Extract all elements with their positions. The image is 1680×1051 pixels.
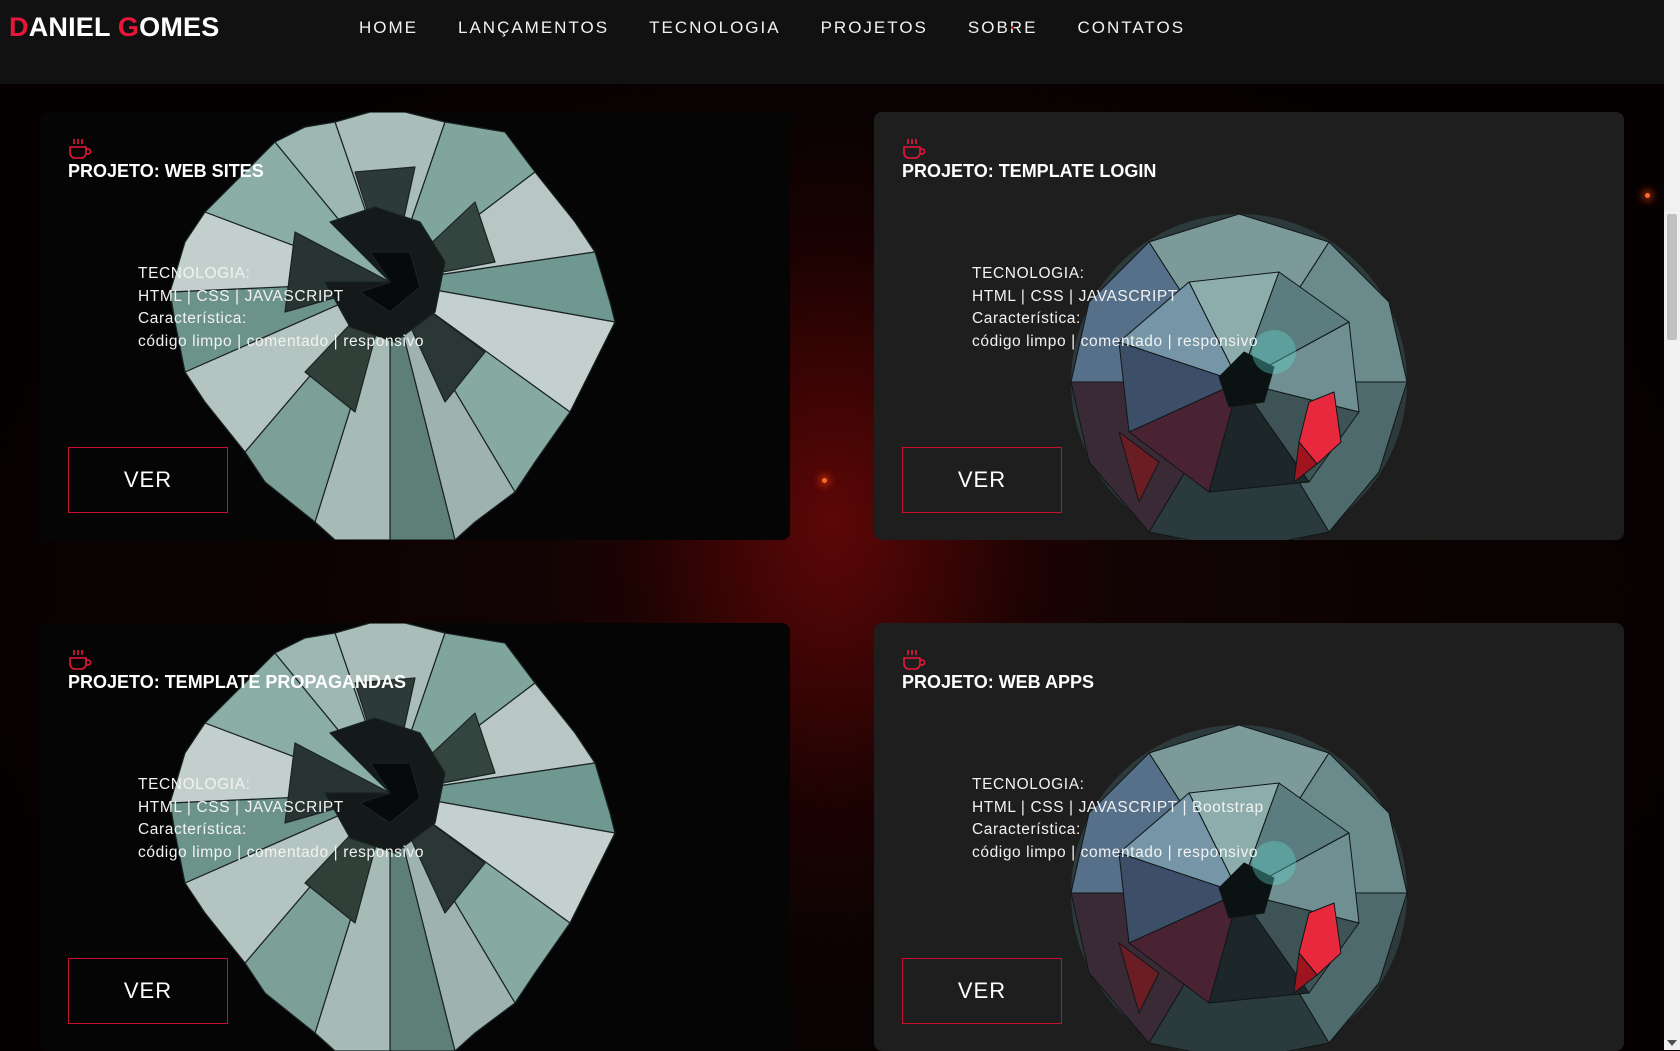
nav-item-home[interactable]: HOME (359, 18, 418, 38)
project-card-web-sites: PROJETO: WEB SITES TECNOLOGIA: HTML | CS… (40, 112, 790, 540)
brand-last-initial: G (117, 12, 140, 42)
feature-list: código limpo | comentado | responsivo (972, 843, 1259, 861)
card-title: PROJETO: WEB APPS (902, 672, 1095, 692)
project-card-template-login: PROJETO: TEMPLATE LOGIN TECNOLOGIA: HTML… (874, 112, 1624, 540)
card-title: PROJETO: WEB SITES (68, 161, 264, 181)
low-poly-sphere-image (1049, 202, 1429, 540)
glow-dot (1645, 193, 1650, 198)
nav-dot-decoration (1011, 26, 1014, 29)
nav-item-sobre[interactable]: SOBRE (968, 18, 1038, 38)
coffee-cup-icon (68, 138, 92, 160)
glow-dot (822, 478, 827, 483)
nav-menu: HOME LANÇAMENTOS TECNOLOGIA PROJETOS SOB… (359, 18, 1225, 38)
vertical-scrollbar[interactable] (1664, 0, 1680, 1050)
ver-button[interactable]: VER (902, 447, 1062, 513)
tech-label: TECNOLOGIA: (138, 776, 251, 793)
card-info: TECNOLOGIA: HTML | CSS | JAVASCRIPT Cara… (972, 263, 1258, 353)
tech-list: HTML | CSS | JAVASCRIPT (138, 287, 344, 305)
card-info: TECNOLOGIA: HTML | CSS | JAVASCRIPT | Bo… (972, 774, 1264, 864)
card-title: PROJETO: TEMPLATE PROPAGANDAS (68, 672, 407, 692)
low-poly-sphere-image (1049, 713, 1429, 1051)
nav-item-tecnologia[interactable]: TECNOLOGIA (649, 18, 780, 38)
ver-button[interactable]: VER (68, 447, 228, 513)
nav-item-contatos[interactable]: CONTATOS (1077, 18, 1185, 38)
card-title: PROJETO: TEMPLATE LOGIN (902, 161, 1157, 181)
scrollbar-thumb[interactable] (1667, 214, 1677, 340)
feature-list: código limpo | comentado | responsivo (138, 332, 425, 350)
scroll-down-arrow-icon[interactable] (1667, 1040, 1677, 1046)
ver-button[interactable]: VER (68, 958, 228, 1024)
feature-list: código limpo | comentado | responsivo (972, 332, 1259, 350)
brand-logo[interactable]: DANIEL GOMES (9, 12, 219, 43)
card-info: TECNOLOGIA: HTML | CSS | JAVASCRIPT Cara… (138, 263, 424, 353)
feature-list: código limpo | comentado | responsivo (138, 843, 425, 861)
navbar: DANIEL GOMES HOME LANÇAMENTOS TECNOLOGIA… (0, 0, 1664, 84)
tech-list: HTML | CSS | JAVASCRIPT | Bootstrap (972, 798, 1264, 816)
nav-item-projetos[interactable]: PROJETOS (821, 18, 928, 38)
nav-item-lancamentos[interactable]: LANÇAMENTOS (458, 18, 609, 38)
tech-label: TECNOLOGIA: (972, 776, 1085, 793)
tech-label: TECNOLOGIA: (138, 265, 251, 282)
feature-label: Característica: (972, 821, 1081, 838)
ver-button[interactable]: VER (902, 958, 1062, 1024)
tech-list: HTML | CSS | JAVASCRIPT (972, 287, 1178, 305)
feature-label: Característica: (972, 310, 1081, 327)
card-info: TECNOLOGIA: HTML | CSS | JAVASCRIPT Cara… (138, 774, 424, 864)
brand-first-rest: ANIEL (28, 12, 118, 42)
coffee-cup-icon (902, 649, 926, 671)
tech-label: TECNOLOGIA: (972, 265, 1085, 282)
project-card-template-propagandas: PROJETO: TEMPLATE PROPAGANDAS TECNOLOGIA… (40, 623, 790, 1051)
feature-label: Característica: (138, 310, 247, 327)
feature-label: Característica: (138, 821, 247, 838)
project-card-web-apps: PROJETO: WEB APPS TECNOLOGIA: HTML | CSS… (874, 623, 1624, 1051)
brand-last-rest: OMES (139, 12, 220, 42)
brand-first-initial: D (9, 12, 29, 42)
coffee-cup-icon (902, 138, 926, 160)
tech-list: HTML | CSS | JAVASCRIPT (138, 798, 344, 816)
coffee-cup-icon (68, 649, 92, 671)
